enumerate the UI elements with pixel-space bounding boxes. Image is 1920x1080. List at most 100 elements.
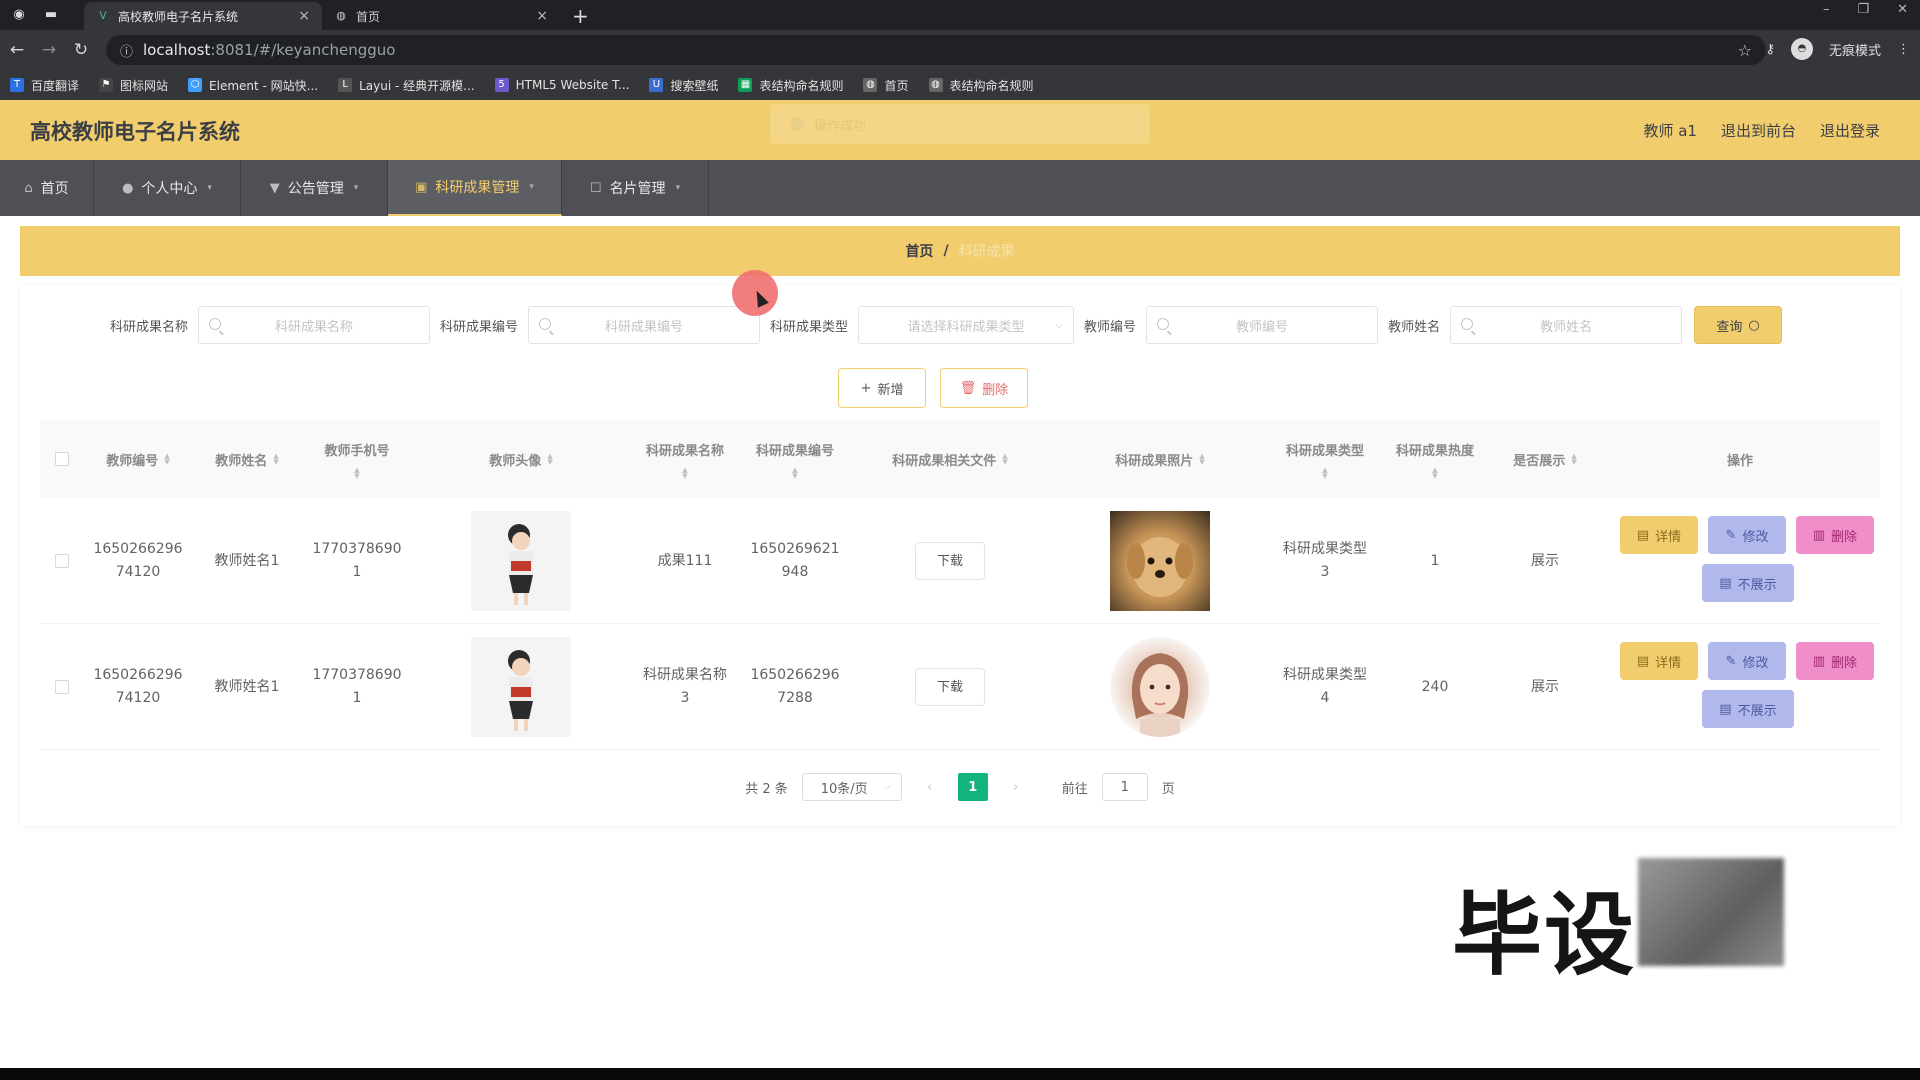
sort-icon[interactable]: ▲ ▼ xyxy=(1199,453,1204,466)
menu-item-notice[interactable]: ▼ 公告管理 ▾ xyxy=(241,160,388,216)
result-name-input[interactable]: 科研成果名称 xyxy=(198,306,431,344)
col-teacher-name[interactable]: 教师姓名 ▲ ▼ xyxy=(192,420,302,498)
current-user: 教师 a1 xyxy=(1643,122,1697,140)
bookmark-item[interactable]: ◍ 首页 xyxy=(863,77,909,94)
row-checkbox[interactable] xyxy=(55,554,69,568)
to-front-link[interactable]: 退出到前台 xyxy=(1721,120,1796,141)
col-teacher-no[interactable]: 教师编号 ▲ ▼ xyxy=(84,420,192,498)
chevron-down-icon: ⌵ xyxy=(1055,319,1064,331)
col-phone[interactable]: 教师手机号 ▲ ▼ xyxy=(302,420,412,498)
download-button[interactable]: 下载 xyxy=(915,542,985,580)
incognito-icon[interactable]: ◓ xyxy=(1790,38,1813,60)
row-checkbox[interactable] xyxy=(55,680,69,694)
close-icon[interactable]: × xyxy=(298,8,310,24)
add-button[interactable]: + 新增 xyxy=(838,368,926,408)
bookmark-item[interactable]: U 搜索壁纸 xyxy=(649,77,718,94)
forward-icon[interactable]: → xyxy=(38,39,60,61)
new-tab-button[interactable]: + xyxy=(572,4,589,28)
col-result-name[interactable]: 科研成果名称 ▲ ▼ xyxy=(630,420,740,498)
more-menu-icon[interactable]: ⋮ xyxy=(1897,42,1910,57)
sort-icon[interactable]: ▲ ▼ xyxy=(1571,453,1576,466)
reload-icon[interactable]: ↻ xyxy=(70,39,92,61)
bookmark-item[interactable]: ⚑ 图标网站 xyxy=(99,77,168,94)
delete-button[interactable]: ▥ 删除 xyxy=(1796,516,1874,554)
key-icon[interactable]: ⚷ xyxy=(1765,42,1775,57)
batch-delete-button[interactable]: 🗑 删除 xyxy=(940,368,1028,408)
sort-icon[interactable]: ▲ ▼ xyxy=(273,453,278,466)
browser-tab-active[interactable]: V 高校教师电子名片系统 × xyxy=(84,2,322,30)
result-type-select[interactable]: 请选择科研成果类型 ⌵ xyxy=(858,306,1075,344)
chevron-down-icon: ⌵ xyxy=(883,782,891,792)
detail-button[interactable]: ▤ 详情 xyxy=(1620,516,1698,554)
window-close-icon[interactable]: ✕ xyxy=(1897,2,1908,17)
dog-photo-image[interactable] xyxy=(1110,511,1210,611)
col-photo[interactable]: 科研成果照片 ▲ ▼ xyxy=(1050,420,1270,498)
girl-photo-image[interactable] xyxy=(1110,637,1210,737)
col-type[interactable]: 科研成果类型 ▲ ▼ xyxy=(1270,420,1380,498)
bookmark-item[interactable]: 5 HTML5 Website T... xyxy=(494,78,629,92)
col-result-code[interactable]: 科研成果编号 ▲ ▼ xyxy=(740,420,850,498)
goto-page-input[interactable]: 1 xyxy=(1101,773,1148,801)
bookmark-item[interactable]: ◍ 表结构命名规则 xyxy=(928,77,1034,94)
sort-icon[interactable]: ▲ ▼ xyxy=(354,466,359,479)
page-number-current[interactable]: 1 xyxy=(957,773,988,801)
url-input[interactable]: ⓘ localhost:8081/#/keyanchengguo ☆ xyxy=(106,35,1766,65)
hide-button[interactable]: ▤ 不展示 xyxy=(1702,564,1794,602)
bookmark-item[interactable]: L Layui - 经典开源模... xyxy=(338,77,475,94)
edit-button[interactable]: ✎ 修改 xyxy=(1708,642,1786,680)
sheet-icon: ▦ xyxy=(738,78,753,92)
table-row: 1650266296 74120 教师姓名1 1770378690 1 xyxy=(40,624,1880,750)
close-icon[interactable]: × xyxy=(536,8,548,24)
teacher-avatar-image[interactable] xyxy=(471,511,571,611)
sort-icon[interactable]: ▲ ▼ xyxy=(164,453,169,466)
browser-tab[interactable]: ◍ 首页 × xyxy=(322,2,560,30)
header-label: 教师手机号 xyxy=(324,443,390,459)
menu-item-research[interactable]: ▣ 科研成果管理 ▾ xyxy=(388,160,562,216)
menu-item-home[interactable]: ⌂ 首页 xyxy=(0,160,94,216)
download-button[interactable]: 下载 xyxy=(915,668,985,706)
sort-icon[interactable]: ▲ ▼ xyxy=(547,453,552,466)
menu-item-card[interactable]: ☐ 名片管理 ▾ xyxy=(562,160,709,216)
sort-icon[interactable]: ▲ ▼ xyxy=(1322,466,1327,479)
teacher-name-input[interactable]: 教师姓名 xyxy=(1450,306,1683,344)
logout-link[interactable]: 退出登录 xyxy=(1820,120,1880,141)
delete-button[interactable]: ▥ 删除 xyxy=(1796,642,1874,680)
search-icon xyxy=(1157,318,1170,330)
maximize-icon[interactable]: ❐ xyxy=(1857,2,1869,17)
query-button[interactable]: 查询 ○ xyxy=(1694,306,1783,344)
page-size-select[interactable]: 10条/页 ⌵ xyxy=(801,773,902,801)
bookmark-star-icon[interactable]: ☆ xyxy=(1738,41,1752,60)
browser-menu-icon[interactable]: ◉ xyxy=(10,6,28,24)
menu-item-personal[interactable]: ● 个人中心 ▾ xyxy=(94,160,241,216)
file-cell: 下载 xyxy=(850,624,1050,750)
edit-button[interactable]: ✎ 修改 xyxy=(1708,516,1786,554)
breadcrumb-home[interactable]: 首页 xyxy=(905,241,933,261)
bookmark-item[interactable]: ⬡ Element - 网站快... xyxy=(188,77,318,94)
tab-search-icon[interactable]: ▬ xyxy=(42,6,60,24)
next-page-icon[interactable]: › xyxy=(1002,780,1030,795)
col-heat[interactable]: 科研成果热度 ▲ ▼ xyxy=(1380,420,1490,498)
minimize-icon[interactable]: – xyxy=(1823,2,1830,17)
teacher-avatar-image[interactable] xyxy=(471,637,571,737)
table-header: 教师编号 ▲ ▼ 教师姓名 ▲ ▼ 教师手机号 ▲ ▼ 教师头像 ▲ ▼ 科研成果名称 ▲ ▼ 科研… xyxy=(40,420,1880,498)
result-code-input[interactable]: 科研成果编号 xyxy=(528,306,761,344)
sort-icon[interactable]: ▲ ▼ xyxy=(792,466,797,479)
teacher-no-input[interactable]: 教师编号 xyxy=(1146,306,1379,344)
bookmark-item[interactable]: T 百度翻译 xyxy=(10,77,79,94)
prev-page-icon[interactable]: ‹ xyxy=(916,780,944,795)
site-info-icon[interactable]: ⓘ xyxy=(120,41,133,60)
col-avatar[interactable]: 教师头像 ▲ ▼ xyxy=(412,420,630,498)
header-label: 教师编号 xyxy=(106,453,159,469)
detail-button[interactable]: ▤ 详情 xyxy=(1620,642,1698,680)
col-file[interactable]: 科研成果相关文件 ▲ ▼ xyxy=(850,420,1050,498)
select-all-checkbox[interactable] xyxy=(55,452,69,466)
sort-icon[interactable]: ▲ ▼ xyxy=(682,466,687,479)
col-show[interactable]: 是否展示 ▲ ▼ xyxy=(1490,420,1600,498)
hide-button[interactable]: ▤ 不展示 xyxy=(1702,690,1794,728)
sort-icon[interactable]: ▲ ▼ xyxy=(1002,453,1007,466)
total-count: 共 2 条 xyxy=(745,781,788,797)
sort-icon[interactable]: ▲ ▼ xyxy=(1432,466,1437,479)
back-icon[interactable]: ← xyxy=(6,39,28,61)
bookmark-item[interactable]: ▦ 表结构命名规则 xyxy=(738,77,843,94)
teacher-name-label: 教师姓名 xyxy=(1388,319,1441,335)
